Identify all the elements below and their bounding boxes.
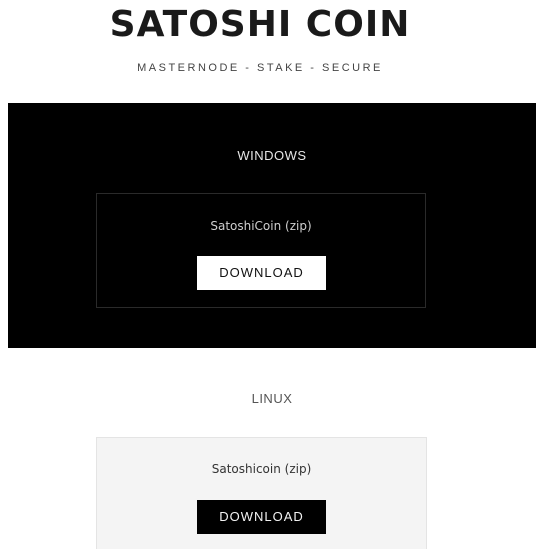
linux-section-title: LINUX <box>251 391 293 406</box>
download-page: SATOSHI COIN MASTERNODE - STAKE - SECURE… <box>0 0 536 549</box>
windows-download-card: SatoshiCoin (zip) DOWNLOAD <box>96 193 426 308</box>
linux-file-label: Satoshicoin (zip) <box>211 462 312 476</box>
windows-file-label: SatoshiCoin (zip) <box>210 219 312 233</box>
linux-section: LINUX Satoshicoin (zip) DOWNLOAD <box>8 348 536 549</box>
windows-section-title: WINDOWS <box>237 148 307 163</box>
windows-section: WINDOWS SatoshiCoin (zip) DOWNLOAD <box>8 103 536 348</box>
linux-download-button[interactable]: DOWNLOAD <box>197 500 326 534</box>
site-header: SATOSHI COIN MASTERNODE - STAKE - SECURE <box>0 0 536 100</box>
windows-download-button[interactable]: DOWNLOAD <box>197 256 326 290</box>
site-tagline: MASTERNODE - STAKE - SECURE <box>137 62 383 74</box>
site-title: SATOSHI COIN <box>109 4 411 45</box>
linux-download-card: Satoshicoin (zip) DOWNLOAD <box>96 437 427 549</box>
